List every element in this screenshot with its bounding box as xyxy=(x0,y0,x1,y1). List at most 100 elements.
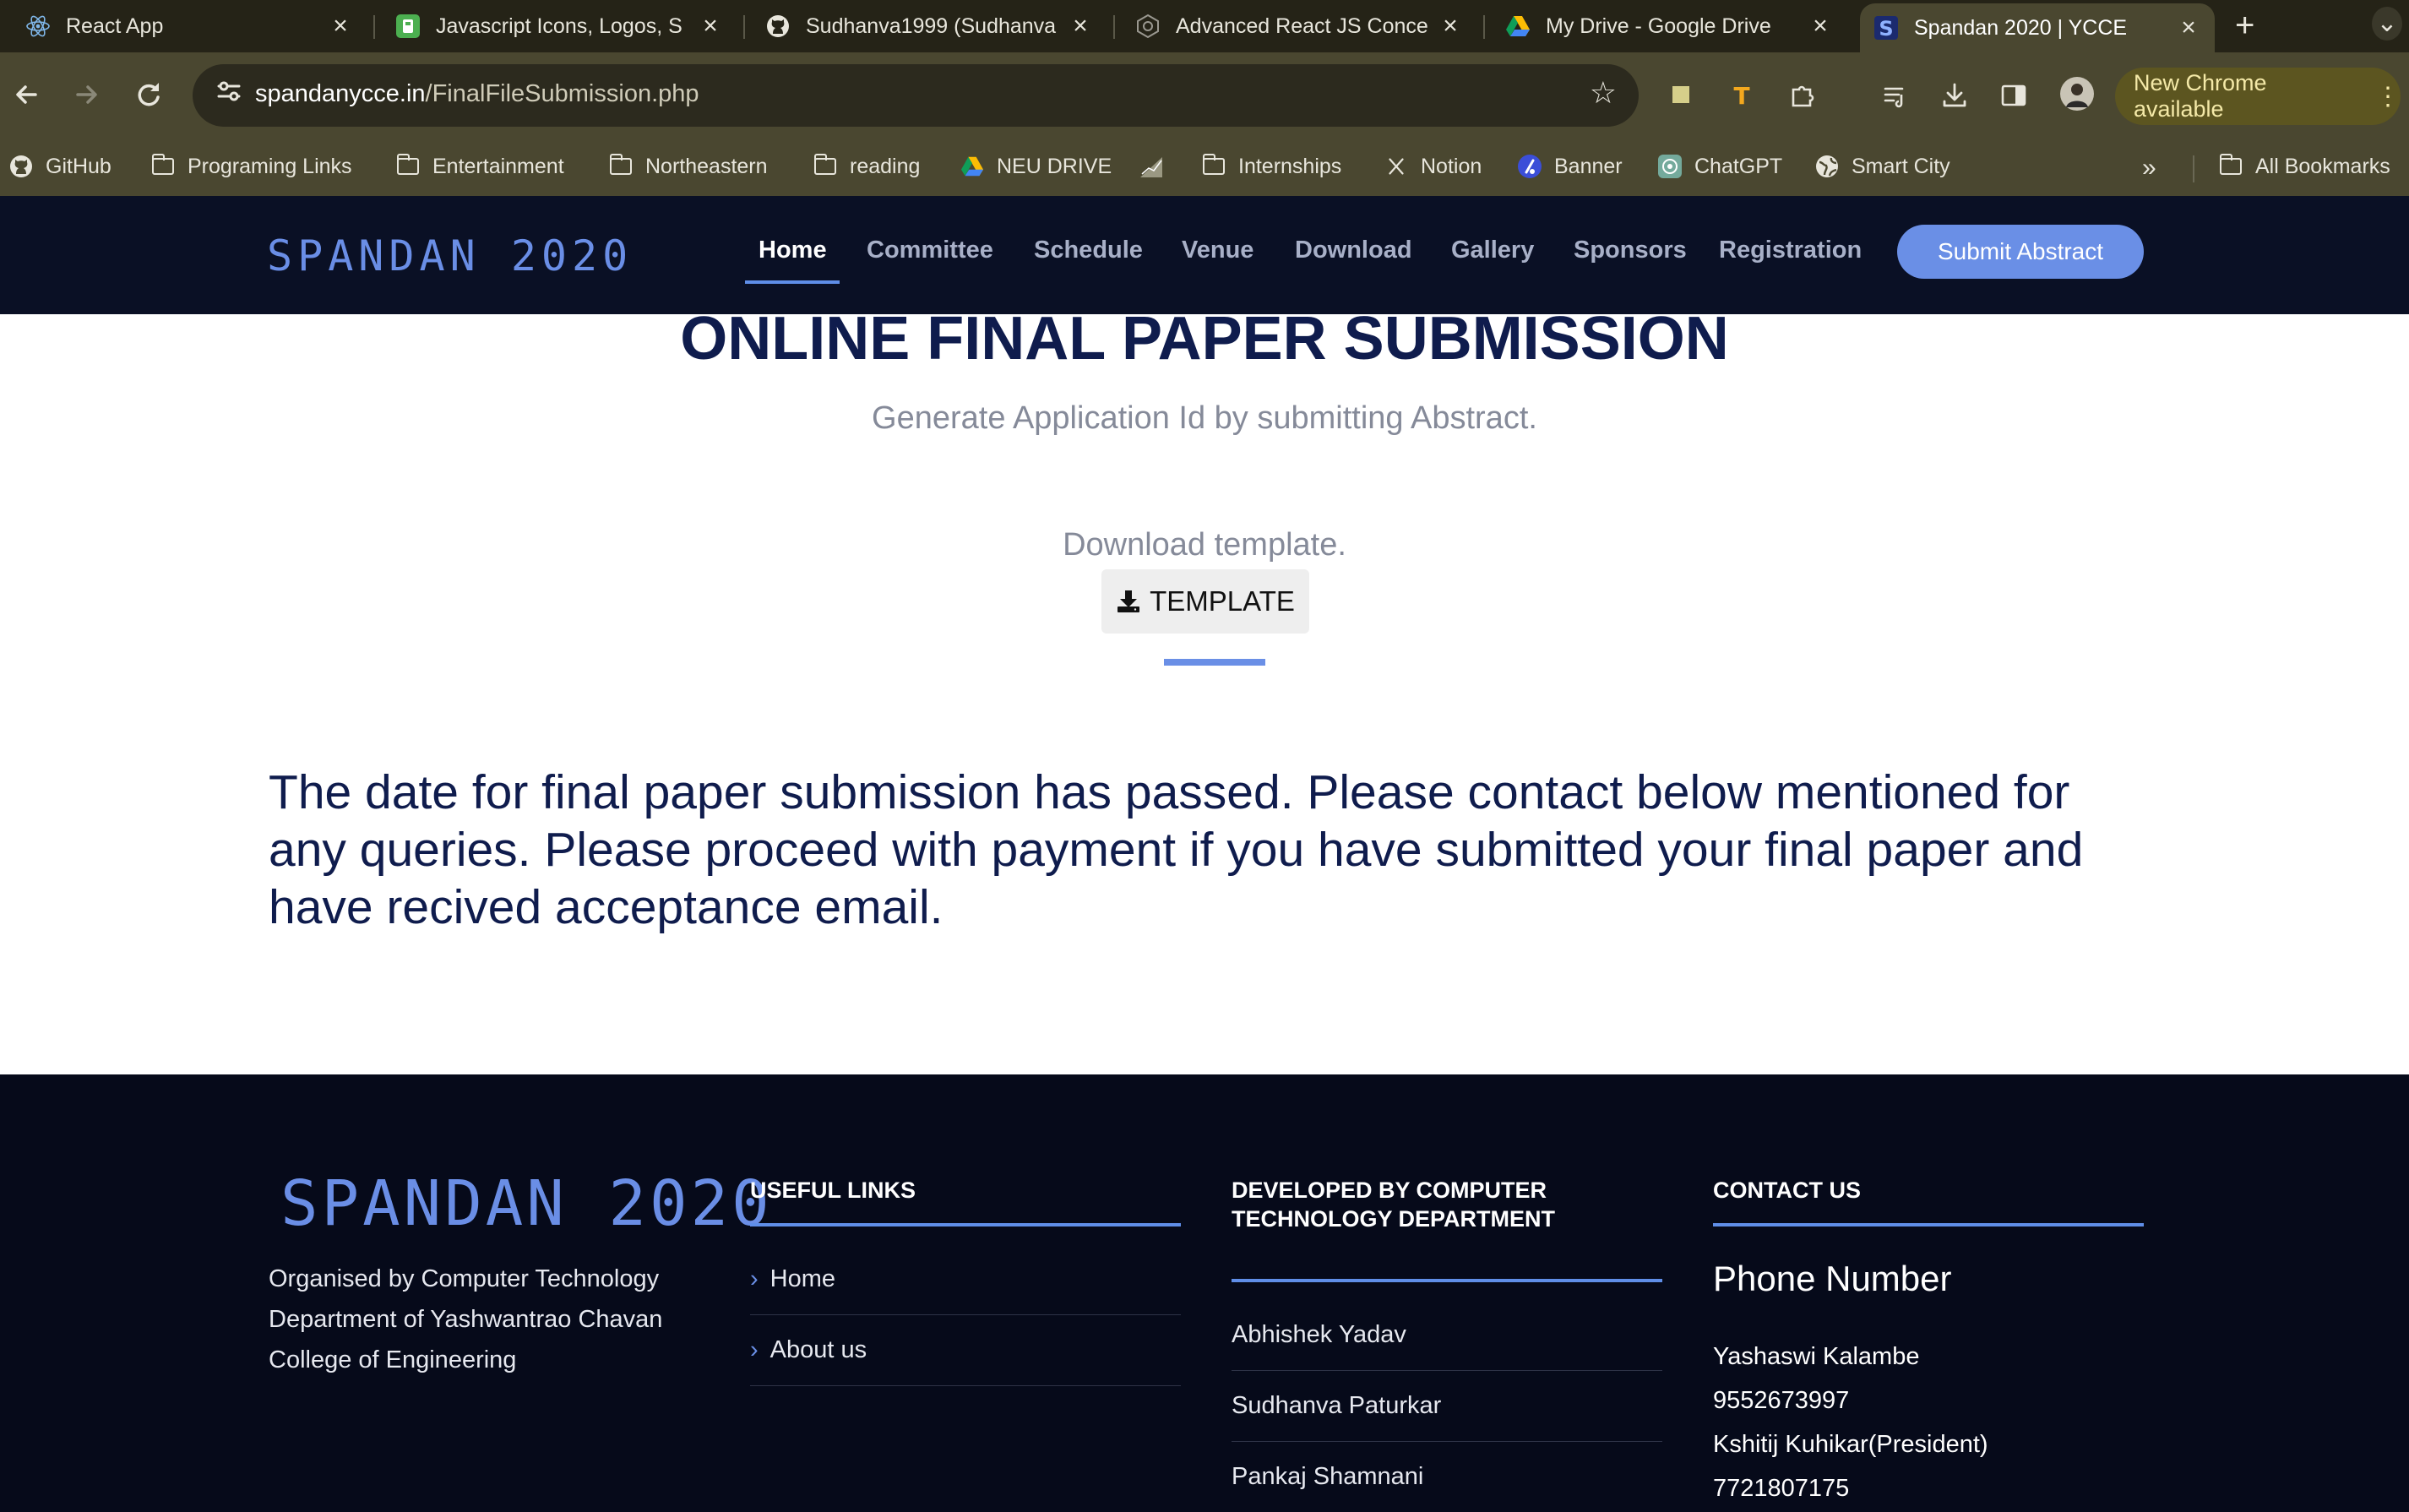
chevron-right-icon: › xyxy=(750,1336,759,1363)
close-icon[interactable]: × xyxy=(1808,12,1833,41)
footer-organiser-text: Organised by Computer Technology Departm… xyxy=(269,1265,663,1373)
all-bookmarks-button[interactable]: All Bookmarks xyxy=(2218,154,2390,179)
chrome-update-label: New Chrome available xyxy=(2134,70,2267,122)
site-logo[interactable]: SPANDAN 2020 xyxy=(267,231,633,280)
browser-tab[interactable]: React App × xyxy=(12,3,367,49)
developed-by-heading: DEVELOPED BY COMPUTER TECHNOLOGY DEPARTM… xyxy=(1232,1178,1556,1232)
download-icon xyxy=(1117,590,1140,612)
contact-us-heading: CONTACT US xyxy=(1713,1178,1861,1203)
back-button[interactable] xyxy=(7,74,47,115)
bookmark-notion[interactable]: Notion xyxy=(1384,154,1482,179)
footer-link-home[interactable]: › Home xyxy=(750,1265,835,1293)
tab-title: Spandan 2020 | YCCE xyxy=(1914,15,2128,40)
forward-button[interactable] xyxy=(66,74,106,115)
nav-active-indicator xyxy=(745,280,840,284)
list-divider xyxy=(1232,1441,1662,1442)
folder-icon xyxy=(608,154,634,179)
footer-link-label: Home xyxy=(769,1265,836,1292)
close-icon[interactable]: × xyxy=(1438,12,1463,41)
tab-divider xyxy=(373,15,375,39)
bookmark-smart-city[interactable]: Smart City xyxy=(1814,154,1950,179)
folder-icon xyxy=(2218,154,2243,179)
forward-arrow-icon xyxy=(76,85,97,104)
close-icon[interactable]: × xyxy=(2176,14,2201,42)
bookmark-label: Entertainment xyxy=(432,154,564,178)
github-icon xyxy=(765,14,791,39)
browser-tab[interactable]: Advanced React JS Conce × xyxy=(1122,3,1476,49)
globe-icon xyxy=(1814,154,1840,179)
url-text: spandanycce.in/FinalFileSubmission.php xyxy=(255,80,699,108)
bookmark-label: Notion xyxy=(1421,154,1482,178)
close-icon[interactable]: × xyxy=(1068,12,1093,41)
extensions-puzzle-icon[interactable] xyxy=(1787,81,1818,111)
bookmark-label: Banner xyxy=(1554,154,1623,178)
bookmark-github[interactable]: GitHub xyxy=(8,154,111,179)
nav-registration[interactable]: Registration xyxy=(1719,237,1862,264)
bookmark-label: Internships xyxy=(1238,154,1342,178)
bookmark-label: Programing Links xyxy=(188,154,352,178)
bookmark-folder[interactable]: Entertainment xyxy=(395,154,564,179)
browser-tab-active[interactable]: S Spandan 2020 | YCCE × xyxy=(1860,3,2215,52)
banner-icon xyxy=(1517,154,1542,179)
page-title: ONLINE FINAL PAPER SUBMISSION xyxy=(680,305,1729,373)
nav-sponsors[interactable]: Sponsors xyxy=(1574,237,1687,264)
footer-link-about[interactable]: › About us xyxy=(750,1336,867,1364)
developer-name: Sudhanva Paturkar xyxy=(1232,1392,1442,1419)
nav-download[interactable]: Download xyxy=(1295,237,1412,264)
folder-icon xyxy=(150,154,176,179)
tab-divider xyxy=(743,15,745,39)
section-divider xyxy=(1164,659,1265,666)
folder-icon xyxy=(395,154,421,179)
bookmark-label: ChatGPT xyxy=(1694,154,1783,178)
bookmark-banner[interactable]: Banner xyxy=(1517,154,1623,179)
bookmark-neu-drive[interactable]: NEU DRIVE xyxy=(960,154,1112,179)
bookmark-chart[interactable] xyxy=(1139,154,1176,179)
chrome-update-button[interactable]: New Chrome available ⋮ xyxy=(2115,68,2401,125)
download-icon[interactable] xyxy=(1939,81,1970,111)
more-menu-icon: ⋮ xyxy=(2375,82,2401,111)
contact-phone[interactable]: 7721807175 xyxy=(1713,1475,1849,1503)
bookmark-label: Smart City xyxy=(1852,154,1950,178)
site-settings-icon[interactable] xyxy=(209,76,248,115)
profile-avatar[interactable] xyxy=(2059,76,2095,111)
bookmark-star-icon[interactable]: ☆ xyxy=(1590,75,1617,111)
tab-title: Javascript Icons, Logos, S xyxy=(436,14,682,38)
contact-name: Yashaswi Kalambe xyxy=(1713,1343,1920,1370)
tab-search-button[interactable]: ⌄ xyxy=(2372,7,2402,41)
bookmark-folder[interactable]: Programing Links xyxy=(150,154,352,179)
reload-button[interactable] xyxy=(128,74,169,115)
bookmark-folder[interactable]: Internships xyxy=(1201,154,1341,179)
browser-tab[interactable]: Javascript Icons, Logos, S × xyxy=(382,3,737,49)
all-bookmarks-label: All Bookmarks xyxy=(2255,154,2390,178)
footer-logo: SPANDAN 2020 xyxy=(280,1167,773,1240)
address-bar[interactable]: spandanycce.in/FinalFileSubmission.php ☆ xyxy=(193,64,1639,127)
side-panel-icon[interactable] xyxy=(1998,81,2029,111)
template-download-button[interactable]: TEMPLATE xyxy=(1101,569,1309,634)
nav-committee[interactable]: Committee xyxy=(867,237,993,264)
nav-venue[interactable]: Venue xyxy=(1182,237,1253,264)
heading-underline xyxy=(1232,1279,1662,1282)
bookmark-chatgpt[interactable]: ChatGPT xyxy=(1657,154,1782,179)
submit-abstract-button[interactable]: Submit Abstract xyxy=(1897,225,2144,279)
footer-link-label: About us xyxy=(769,1336,867,1363)
nav-home[interactable]: Home xyxy=(759,237,827,264)
new-tab-button[interactable]: + xyxy=(2235,7,2254,45)
developer-name: Abhishek Yadav xyxy=(1232,1321,1406,1348)
developer-name: Pankaj Shamnani xyxy=(1232,1463,1424,1490)
extension-t-icon[interactable]: T xyxy=(1727,81,1757,111)
extension-notes-icon[interactable] xyxy=(1666,81,1696,111)
google-drive-icon xyxy=(960,154,985,179)
more-bookmarks-chevron-icon[interactable]: » xyxy=(2142,154,2156,182)
browser-tab[interactable]: My Drive - Google Drive × xyxy=(1492,3,1846,49)
bookmark-folder[interactable]: Northeastern xyxy=(608,154,768,179)
bookmark-folder[interactable]: reading xyxy=(813,154,920,179)
site-footer: SPANDAN 2020 Organised by Computer Techn… xyxy=(0,1074,2409,1512)
browser-tab[interactable]: Sudhanva1999 (Sudhanva × xyxy=(752,3,1107,49)
nav-gallery[interactable]: Gallery xyxy=(1451,237,1534,264)
nav-schedule[interactable]: Schedule xyxy=(1034,237,1143,264)
contact-phone[interactable]: 9552673997 xyxy=(1713,1387,1849,1415)
close-icon[interactable]: × xyxy=(698,12,723,41)
reading-list-icon[interactable] xyxy=(1880,81,1911,111)
back-arrow-icon xyxy=(16,85,37,104)
close-icon[interactable]: × xyxy=(328,12,353,41)
